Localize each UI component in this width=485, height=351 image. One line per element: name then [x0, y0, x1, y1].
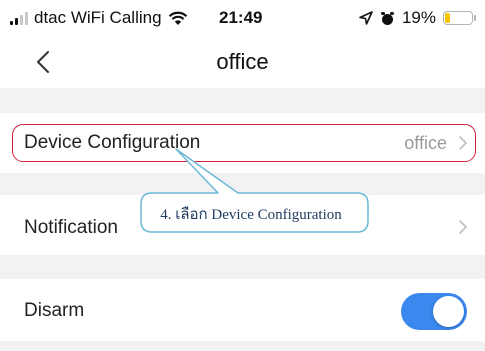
carrier-label: dtac WiFi Calling	[34, 8, 162, 27]
chevron-right-icon	[459, 220, 467, 234]
status-time: 21:49	[219, 8, 263, 27]
notification-label: Notification	[24, 217, 118, 238]
app-screen: dtac WiFi Calling 21:49 19% office Devic…	[0, 0, 485, 351]
battery-level	[445, 13, 450, 23]
toggle-knob	[433, 296, 464, 327]
chevron-right-icon	[459, 136, 467, 150]
disarm-label: Disarm	[24, 300, 85, 321]
device-configuration-row[interactable]: Device Configuration office	[0, 113, 485, 173]
alarm-icon	[380, 11, 394, 25]
disarm-row: Disarm	[0, 279, 485, 341]
location-icon	[359, 11, 373, 25]
navigation-bar: office	[0, 36, 485, 88]
battery-icon	[443, 11, 476, 25]
battery-percent: 19%	[401, 8, 436, 27]
device-configuration-label: Device Configuration	[24, 132, 201, 153]
notification-row[interactable]: Notification	[0, 195, 485, 255]
device-configuration-value: office	[404, 133, 447, 153]
disarm-toggle[interactable]	[401, 293, 467, 330]
status-right: 19%	[359, 8, 476, 28]
status-left: dtac WiFi Calling	[10, 8, 188, 28]
signal-icon	[10, 11, 28, 25]
page-title: office	[216, 49, 269, 74]
status-bar: dtac WiFi Calling 21:49 19%	[0, 0, 485, 36]
wifi-icon	[168, 11, 187, 25]
